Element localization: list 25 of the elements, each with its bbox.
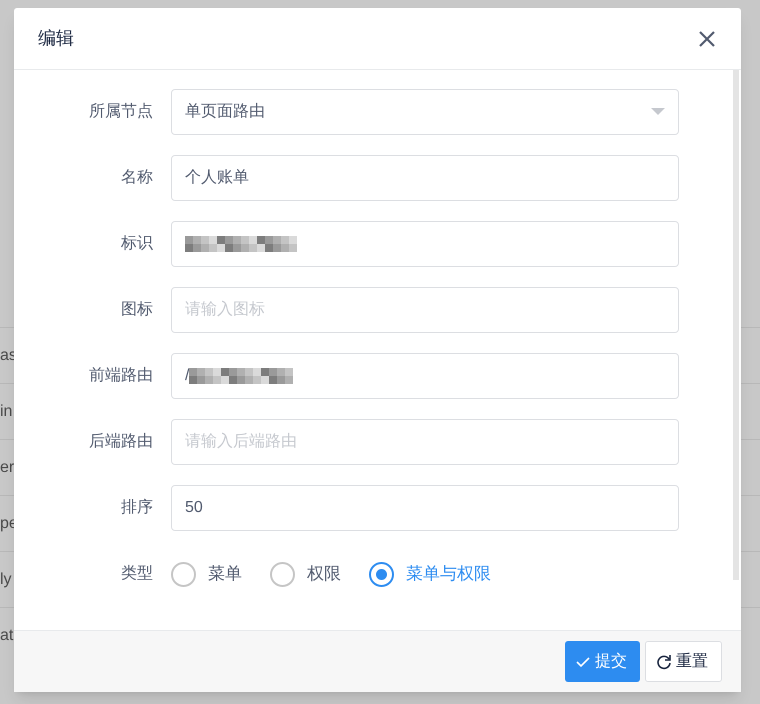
field-label: 前端路由	[88, 366, 154, 386]
field-label: 后端路由	[88, 432, 154, 452]
field-label: 类型	[120, 564, 154, 584]
table-cell-text: at	[0, 626, 14, 646]
scrollbar[interactable]	[733, 70, 739, 580]
field-label: 图标	[120, 300, 154, 320]
refresh-icon	[656, 654, 672, 670]
input-field[interactable]: /	[171, 353, 679, 399]
dialog-title: 编辑	[38, 27, 74, 50]
dropdown-arrow-icon	[651, 108, 665, 116]
field-label: 名称	[120, 168, 154, 188]
input-field[interactable]: 个人账单	[171, 155, 679, 201]
close-icon[interactable]	[697, 28, 717, 48]
table-cell-text: in	[0, 402, 12, 422]
input-field[interactable]: 50	[171, 485, 679, 531]
select-field[interactable]: 单页面路由	[171, 89, 679, 135]
field-label: 标识	[120, 234, 154, 254]
field-label: 所属节点	[88, 102, 154, 122]
input-field[interactable]	[171, 221, 679, 267]
table-cell-text: er	[0, 458, 14, 478]
table-cell-text: ly	[0, 570, 12, 590]
field-label: 排序	[120, 498, 154, 518]
radio-option[interactable]: 菜单	[171, 561, 242, 587]
radio-option[interactable]: 权限	[270, 561, 341, 587]
reset-button[interactable]: 重置	[645, 641, 722, 682]
